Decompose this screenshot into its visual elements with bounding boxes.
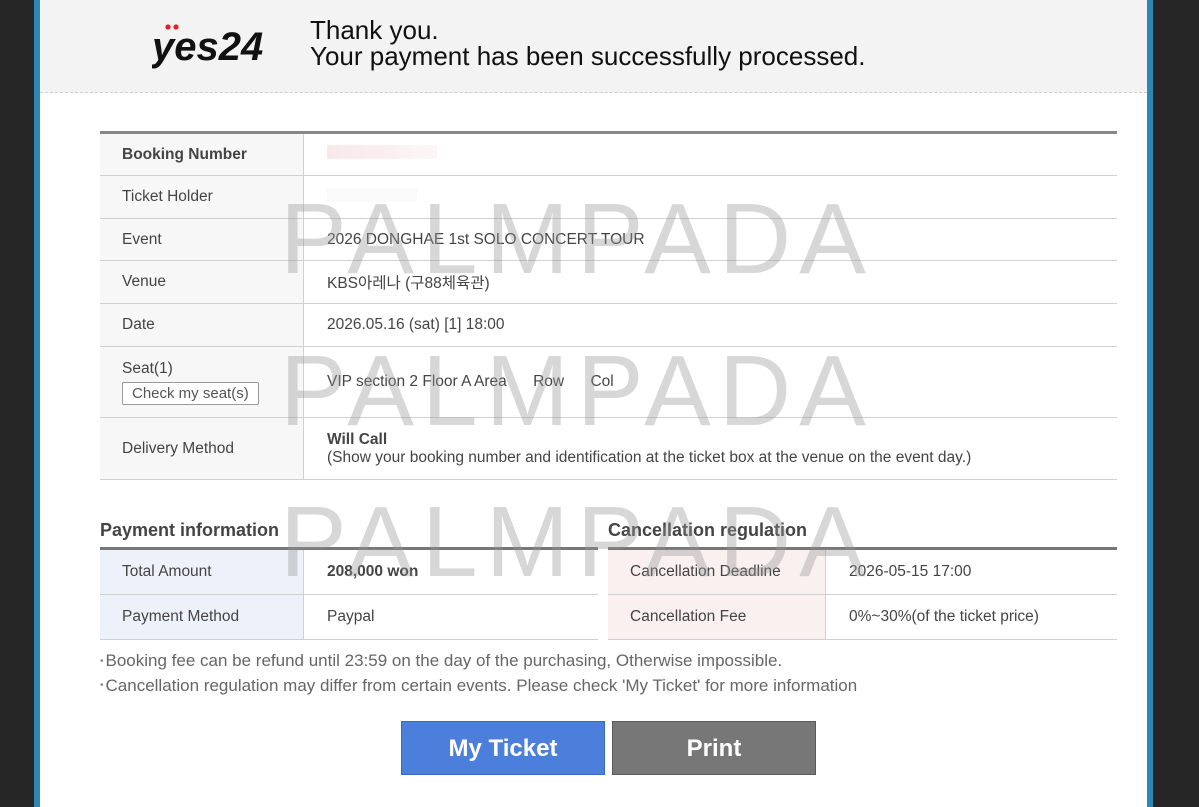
cancellation-regulation-table: Cancellation Deadline 2026-05-15 17:00 C…: [608, 547, 1117, 640]
delivery-method-label: Delivery Method: [100, 417, 304, 480]
cancellation-deadline-label: Cancellation Deadline: [608, 548, 826, 595]
venue-label: Venue: [100, 260, 304, 304]
payment-information-table: Total Amount 208,000 won Payment Method …: [100, 547, 598, 640]
event-label: Event: [100, 218, 304, 261]
seat-section: VIP section 2 Floor A Area: [327, 373, 507, 390]
note-item: • Booking fee can be refund until 23:59 o…: [100, 649, 857, 674]
thank-you-title: Thank you.: [310, 15, 439, 45]
payment-method-label: Payment Method: [100, 594, 304, 640]
payment-success-text: Your payment has been successfully proce…: [310, 41, 866, 71]
ticket-holder-label: Ticket Holder: [100, 175, 304, 219]
booking-number-value: [303, 132, 1117, 176]
print-button[interactable]: Print: [612, 721, 816, 775]
booking-number-label: Booking Number: [100, 132, 304, 176]
booking-details-table: Booking Number Ticket Holder Event 2026 …: [100, 131, 1117, 480]
redacted-booking-number: [327, 145, 437, 159]
date-label: Date: [100, 303, 304, 347]
confirmation-header: yes24 Thank you. Your payment has been s…: [40, 0, 1147, 93]
payment-information-title: Payment information: [100, 520, 280, 540]
event-row: Event 2026 DONGHAE 1st SOLO CONCERT TOUR: [100, 218, 1117, 261]
seat-row: Seat(1) Check my seat(s) VIP section 2 F…: [100, 346, 1117, 418]
venue-value: KBS아레나 (구88체육관): [303, 260, 1117, 304]
window-edge-right: [1153, 0, 1199, 807]
payment-method-row: Payment Method Paypal: [100, 594, 598, 640]
payment-method-value: Paypal: [303, 594, 598, 640]
note-cancellation: Cancellation regulation may differ from …: [105, 675, 858, 695]
seat-label: Seat(1): [122, 359, 173, 377]
note-item: • Cancellation regulation may differ from…: [100, 674, 857, 699]
ticket-holder-row: Ticket Holder: [100, 175, 1117, 219]
cancellation-regulation-title: Cancellation regulation: [608, 520, 808, 540]
redacted-ticket-holder: [327, 187, 417, 202]
confirmation-page: yes24 Thank you. Your payment has been s…: [40, 0, 1147, 807]
window-edge-left: [0, 0, 34, 807]
event-value: 2026 DONGHAE 1st SOLO CONCERT TOUR: [303, 218, 1117, 261]
date-value: 2026.05.16 (sat) [1] 18:00: [303, 303, 1117, 347]
seat-value: VIP section 2 Floor A Area Row Col: [303, 346, 1117, 418]
delivery-method-row: Delivery Method Will Call (Show your boo…: [100, 417, 1117, 480]
bullet-icon: •: [100, 655, 104, 667]
note-booking-fee: Booking fee can be refund until 23:59 on…: [105, 651, 783, 670]
venue-row: Venue KBS아레나 (구88체육관): [100, 260, 1117, 304]
check-my-seats-button[interactable]: Check my seat(s): [122, 381, 259, 405]
cancellation-deadline-row: Cancellation Deadline 2026-05-15 17:00: [608, 548, 1117, 595]
ticket-holder-value: [303, 175, 1117, 219]
cancellation-deadline-value: 2026-05-15 17:00: [825, 548, 1117, 595]
yes24-logo: yes24: [152, 24, 263, 69]
cancellation-fee-value: 0%~30%(of the ticket price): [825, 594, 1117, 640]
thank-you-message: Thank you. Your payment has been success…: [310, 17, 865, 69]
seat-col-label: Col: [590, 373, 614, 390]
delivery-method-name: Will Call: [327, 430, 388, 448]
refund-notes: • Booking fee can be refund until 23:59 o…: [100, 649, 857, 698]
date-row: Date 2026.05.16 (sat) [1] 18:00: [100, 303, 1117, 347]
total-amount-row: Total Amount 208,000 won: [100, 548, 598, 595]
delivery-method-value: Will Call (Show your booking number and …: [303, 417, 1117, 480]
total-amount-value: 208,000 won: [303, 548, 598, 595]
logo-wordmark: yes24: [152, 25, 263, 69]
booking-number-row: Booking Number: [100, 132, 1117, 176]
cancellation-fee-row: Cancellation Fee 0%~30%(of the ticket pr…: [608, 594, 1117, 640]
delivery-method-detail: (Show your booking number and identifica…: [327, 448, 972, 466]
total-amount-label: Total Amount: [100, 548, 304, 595]
my-ticket-button[interactable]: My Ticket: [401, 721, 605, 775]
seat-label-cell: Seat(1) Check my seat(s): [100, 346, 304, 418]
bullet-icon: •: [100, 680, 104, 692]
seat-row-label: Row: [533, 373, 565, 390]
cancellation-fee-label: Cancellation Fee: [608, 594, 826, 640]
